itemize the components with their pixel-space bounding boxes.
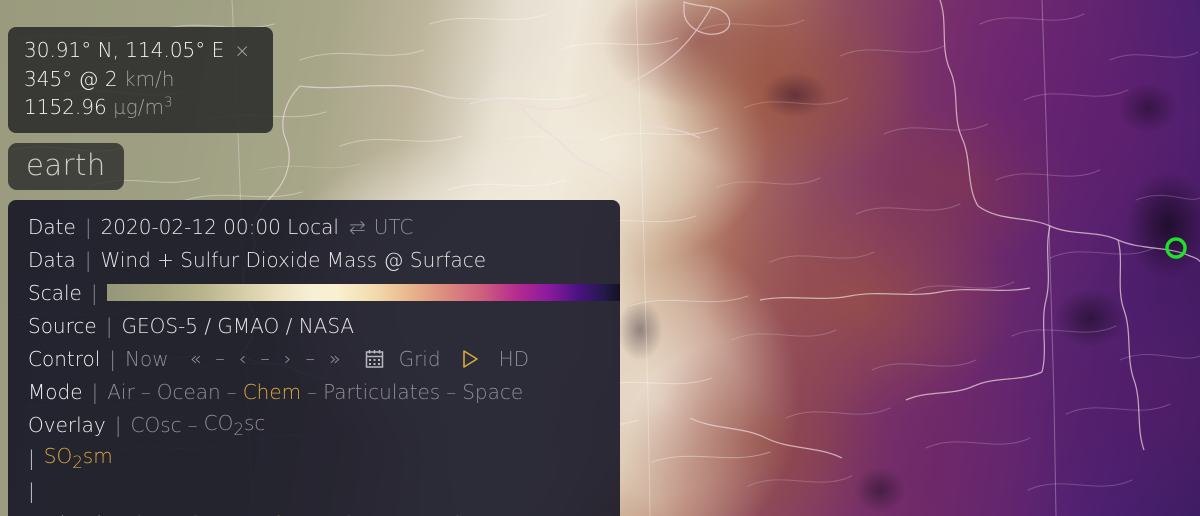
projection-option-s[interactable]: S (342, 512, 355, 516)
co2-subscript: 2 (233, 419, 244, 439)
overlay-label: Overlay (28, 412, 106, 437)
selected-location-marker[interactable] (1163, 235, 1189, 261)
menu-row-scale: Scale | (8, 276, 620, 309)
data-separator: | (84, 247, 92, 272)
menu-row-projection: Projection | A – CE – E – O – P – S – WB… (8, 507, 620, 516)
projection-option-p[interactable]: P (308, 512, 320, 516)
overlay-option-so2sm[interactable]: SO2sm (44, 444, 113, 472)
projection-option-ce[interactable]: CE (187, 512, 214, 516)
so2-subscript: 2 (72, 452, 83, 472)
projection-option-o[interactable]: O (271, 512, 287, 516)
menu-row-overlay-3: | (8, 474, 620, 507)
overlay-value-line: 1152.96 µg/m3 (24, 93, 257, 121)
overlay-sep-1: – (187, 412, 198, 437)
nav-forward-hour[interactable]: › (277, 348, 299, 370)
mode-option-chem[interactable]: Chem (243, 380, 301, 404)
nav-dash-3: – (305, 347, 315, 370)
source-separator: | (105, 313, 113, 338)
date-value[interactable]: 2020-02-12 00:00 Local (101, 215, 339, 239)
nav-forward-day[interactable]: » (322, 348, 348, 370)
projection-sep-7: – (416, 512, 426, 516)
menu-row-source: Source | GEOS-5 / GMAO / NASA (8, 309, 620, 342)
mode-separator: | (91, 379, 99, 404)
projection-label: Projection (28, 512, 127, 516)
projection-separator: | (136, 512, 143, 516)
hd-toggle-button[interactable]: HD (499, 347, 529, 371)
control-now-button[interactable]: Now (125, 347, 169, 371)
wind-unit[interactable]: km/h (124, 67, 174, 91)
date-separator: | (84, 214, 92, 239)
calendar-icon[interactable] (364, 348, 385, 369)
projection-option-e[interactable]: E (236, 512, 249, 516)
location-readout-panel: 30.91° N, 114.05° E × 345° @ 2 km/h 1152.… (8, 27, 273, 133)
control-menu-panel: Date | 2020-02-12 00:00 Local ⇄ UTC Data… (8, 200, 620, 516)
overlay-row3-separator: | (28, 478, 35, 503)
date-label: Date (28, 214, 76, 239)
mode-label: Mode (28, 379, 83, 404)
control-label: Control (28, 346, 101, 371)
wind-line: 345° @ 2 km/h (24, 65, 257, 93)
mode-sep-2: – (226, 379, 237, 404)
menu-row-data: Data | Wind + Sulfur Dioxide Mass @ Surf… (8, 243, 620, 276)
overlay-option-co2sc[interactable]: CO2sc (204, 411, 266, 439)
menu-row-mode: Mode | Air – Ocean – Chem – Particulates… (8, 375, 620, 408)
source-value[interactable]: GEOS-5 / GMAO / NASA (121, 314, 354, 338)
coordinates-value: 30.91° N, 114.05° E (24, 38, 225, 62)
nav-dash-1: – (215, 347, 225, 370)
overlay-row2-separator: | (28, 445, 35, 470)
color-scale-bar[interactable] (106, 284, 620, 301)
projection-option-wb[interactable]: WB (377, 512, 410, 516)
unit-exponent: 3 (164, 94, 173, 111)
projection-sep-1: – (171, 512, 181, 516)
projection-sep-3: – (255, 512, 265, 516)
source-label: Source (28, 313, 97, 338)
mode-option-space[interactable]: Space (462, 380, 523, 404)
mode-option-particulates[interactable]: Particulates (323, 380, 440, 404)
menu-row-overlay-2: | SO2sm (8, 441, 620, 474)
menu-row-date: Date | 2020-02-12 00:00 Local ⇄ UTC (8, 210, 620, 243)
mode-option-air[interactable]: Air (107, 380, 134, 404)
mode-sep-4: – (446, 379, 457, 404)
overlay-value-amount: 1152.96 (24, 95, 107, 120)
menu-row-overlay: Overlay | COsc – CO2sc (8, 408, 620, 441)
projection-option-w3[interactable]: W3 (432, 512, 465, 516)
control-nav-group: « – ‹ – › – » (183, 348, 348, 370)
timezone-utc-option[interactable]: UTC (374, 215, 414, 239)
wind-value: 345° @ 2 (24, 66, 118, 91)
projection-sep-5: – (326, 512, 336, 516)
scale-label: Scale (28, 280, 82, 305)
overlay-option-cosc[interactable]: COsc (131, 413, 182, 437)
projection-sep-4: – (292, 512, 302, 516)
nav-back-hour[interactable]: ‹ (232, 348, 254, 370)
earth-logo-button[interactable]: earth (8, 143, 124, 190)
scale-separator: | (90, 280, 98, 305)
projection-sep-2: – (220, 512, 230, 516)
timezone-toggle-icon[interactable]: ⇄ (349, 215, 366, 239)
mode-sep-3: – (307, 379, 318, 404)
play-icon[interactable] (459, 348, 481, 370)
mode-sep-1: – (140, 379, 151, 404)
control-separator: | (109, 346, 117, 371)
close-icon[interactable]: × (234, 40, 250, 62)
grid-toggle-button[interactable]: Grid (399, 347, 441, 371)
projection-option-a[interactable]: A (152, 512, 166, 516)
data-value: Wind + Sulfur Dioxide Mass @ Surface (100, 247, 487, 272)
data-label: Data (28, 247, 76, 272)
coordinates-line: 30.91° N, 114.05° E × (24, 36, 257, 65)
overlay-separator: | (114, 412, 122, 437)
overlay-value-unit[interactable]: µg/m3 (113, 94, 173, 120)
nav-dash-2: – (260, 347, 270, 370)
menu-row-control: Control | Now « – ‹ – › – » Grid HD (8, 342, 620, 375)
projection-sep-6: – (361, 512, 371, 516)
mode-option-ocean[interactable]: Ocean (157, 380, 221, 404)
nav-back-day[interactable]: « (183, 348, 209, 370)
